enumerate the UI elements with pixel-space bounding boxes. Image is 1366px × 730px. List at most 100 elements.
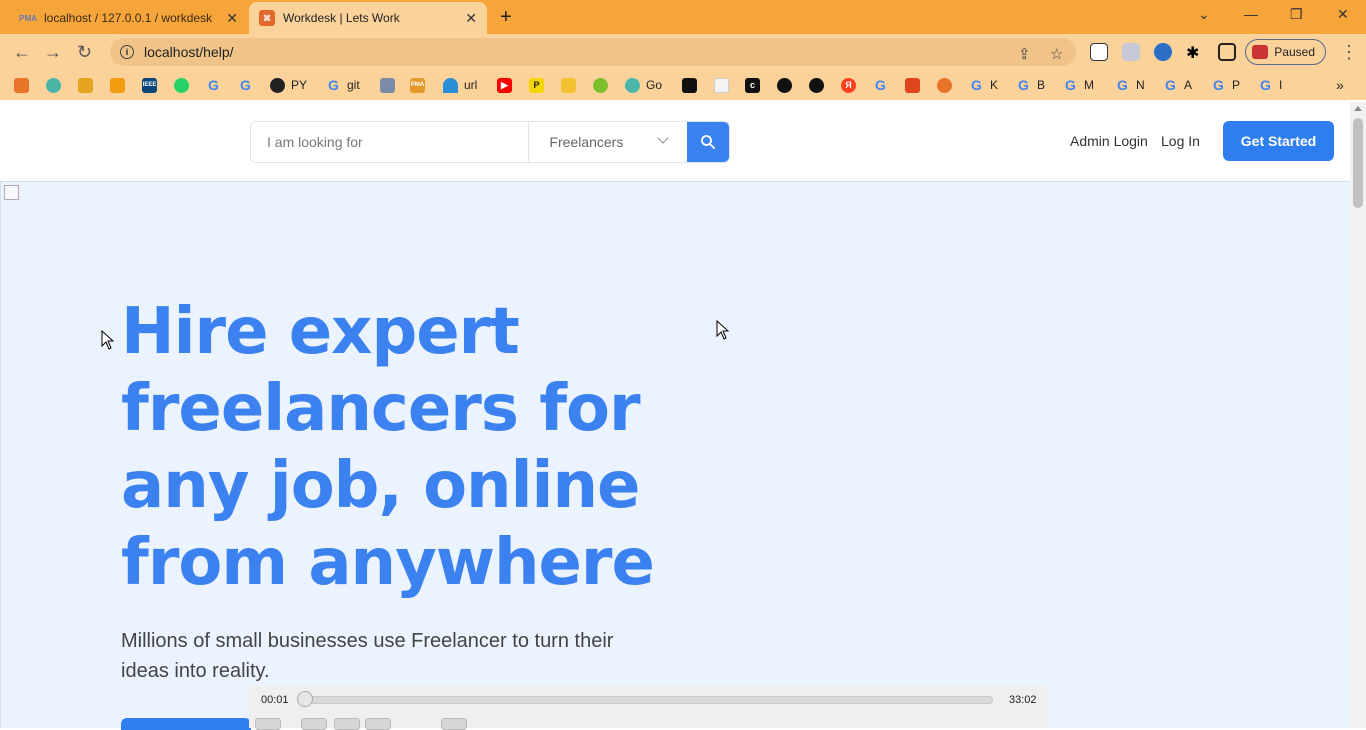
page-scrollbar[interactable]	[1350, 102, 1366, 728]
bookmark-item[interactable]: IEEE	[142, 77, 163, 93]
bookmark-item[interactable]: G	[206, 77, 227, 93]
bookmark-item[interactable]	[777, 77, 798, 93]
bookmark-item[interactable]	[174, 77, 195, 93]
bookmark-label: I	[1279, 78, 1283, 92]
bookmark-item-k[interactable]: GK	[969, 77, 998, 93]
bookmark-item-url[interactable]: url	[443, 77, 477, 93]
puzzle-icon[interactable]: ✱	[1186, 43, 1204, 62]
bookmark-item-py[interactable]: PY	[270, 77, 307, 93]
bookmark-label: git	[347, 78, 360, 92]
bookmark-item[interactable]	[46, 77, 67, 93]
bookmark-item-git[interactable]: Ggit	[326, 77, 360, 93]
menu-icon[interactable]: ⋮	[1340, 42, 1358, 63]
bookmark-item-n[interactable]: GN	[1115, 77, 1145, 93]
bookmark-item[interactable]: PMA	[410, 77, 431, 93]
back-icon[interactable]: ←	[13, 42, 31, 63]
restore-icon[interactable]: ❐	[1290, 6, 1303, 23]
previous-button[interactable]	[301, 718, 327, 730]
bookmark-label: url	[464, 78, 478, 92]
bookmark-item-go[interactable]: Go	[625, 77, 662, 93]
bookmark-item[interactable]: Я	[841, 77, 862, 93]
search-button[interactable]	[687, 122, 729, 162]
scroll-up-icon[interactable]	[1354, 106, 1362, 111]
bookmark-favicon	[46, 77, 61, 93]
tab-title: Workdesk | Lets Work	[283, 11, 400, 25]
bookmark-item-i[interactable]: GI	[1258, 77, 1282, 93]
bookmark-star-icon[interactable]: ☆	[1050, 45, 1063, 63]
scrollbar-thumb[interactable]	[1353, 118, 1363, 208]
panda-extension-icon[interactable]	[1090, 43, 1108, 61]
google-icon: G	[1065, 77, 1076, 93]
bookmark-item-b[interactable]: GB	[1016, 77, 1045, 93]
bookmark-item[interactable]	[14, 77, 35, 93]
fullscreen-button[interactable]	[441, 718, 467, 730]
tab-search-icon[interactable]: ⌄	[1198, 6, 1210, 23]
youtube-icon: ▶	[497, 77, 512, 93]
ieee-icon: IEEE	[142, 77, 157, 93]
bookmark-item[interactable]	[78, 77, 99, 93]
google-icon: G	[328, 77, 339, 93]
minimize-icon[interactable]: —	[1244, 6, 1258, 22]
google-icon: G	[1165, 77, 1176, 93]
tab-workdesk[interactable]: ⌘ Workdesk | Lets Work ✕	[249, 2, 487, 34]
google-icon: G	[208, 77, 219, 93]
seek-bar[interactable]	[305, 696, 993, 704]
share-icon[interactable]: ⇪	[1018, 45, 1031, 63]
bookmark-item[interactable]	[937, 77, 958, 93]
chevron-down-icon	[657, 132, 669, 144]
hero-cta-button[interactable]	[121, 718, 251, 730]
page: Freelancers Admin Login Log In Get Start…	[0, 102, 1366, 730]
bookmark-label: M	[1084, 78, 1094, 92]
more-bookmarks-icon[interactable]: »	[1336, 77, 1344, 93]
bookmark-item[interactable]	[905, 77, 926, 93]
media-player: 00:01 33:02	[249, 686, 1047, 730]
bookmark-item-p[interactable]: GP	[1211, 77, 1240, 93]
bookmark-item[interactable]: ▶	[497, 77, 518, 93]
bookmark-favicon	[714, 77, 729, 93]
bookmark-item[interactable]: P	[529, 77, 550, 93]
google-icon: G	[240, 77, 251, 93]
bookmark-item[interactable]	[809, 77, 830, 93]
search-input[interactable]	[251, 122, 530, 162]
avatar	[1252, 45, 1268, 59]
workdesk-icon: ⌘	[259, 10, 275, 26]
bookmark-item[interactable]	[561, 77, 582, 93]
login-link[interactable]: Log In	[1161, 133, 1200, 149]
close-icon[interactable]: ✕	[465, 10, 477, 27]
reload-icon[interactable]: ↻	[77, 42, 92, 63]
sidebar-icon[interactable]	[1218, 43, 1236, 61]
google-icon: G	[971, 77, 982, 93]
new-tab-icon[interactable]: +	[500, 6, 512, 29]
forward-icon[interactable]: →	[44, 42, 62, 63]
get-started-button[interactable]: Get Started	[1223, 121, 1334, 161]
address-bar[interactable]: i localhost/help/ ⇪ ☆	[110, 38, 1076, 66]
amazon-extension-icon[interactable]	[1154, 43, 1172, 61]
pause-button[interactable]	[255, 718, 281, 730]
bookmark-label: Go	[646, 78, 663, 92]
next-button[interactable]	[365, 718, 391, 730]
bookmark-item-a[interactable]: GA	[1163, 77, 1192, 93]
profile-button[interactable]: Paused	[1245, 39, 1326, 65]
tab-phpmyadmin[interactable]: PMA localhost / 127.0.0.1 / workdesk / c…	[8, 2, 248, 34]
bookmark-item[interactable]	[380, 77, 401, 93]
close-window-icon[interactable]: ✕	[1337, 6, 1349, 23]
extension-icon[interactable]	[1122, 43, 1140, 61]
google-icon: G	[875, 77, 886, 93]
bookmark-favicon: P	[529, 77, 544, 93]
bookmark-item[interactable]	[110, 77, 131, 93]
category-select[interactable]: Freelancers	[529, 122, 687, 162]
bookmark-item[interactable]	[714, 77, 735, 93]
seek-handle[interactable]	[297, 691, 313, 707]
stop-button[interactable]	[334, 718, 360, 730]
bookmark-item[interactable]	[682, 77, 703, 93]
bookmark-item-m[interactable]: GM	[1063, 77, 1094, 93]
admin-login-link[interactable]: Admin Login	[1070, 133, 1148, 149]
bookmark-item[interactable]: c	[745, 77, 766, 93]
bookmark-item[interactable]: G	[238, 77, 259, 93]
close-icon[interactable]: ✕	[226, 10, 238, 27]
bookmark-item[interactable]	[593, 77, 614, 93]
bookmark-item[interactable]: G	[873, 77, 894, 93]
site-info-icon[interactable]: i	[120, 45, 134, 59]
bookmark-favicon	[14, 77, 29, 93]
hero-subtitle: Millions of small businesses use Freelan…	[121, 630, 614, 682]
